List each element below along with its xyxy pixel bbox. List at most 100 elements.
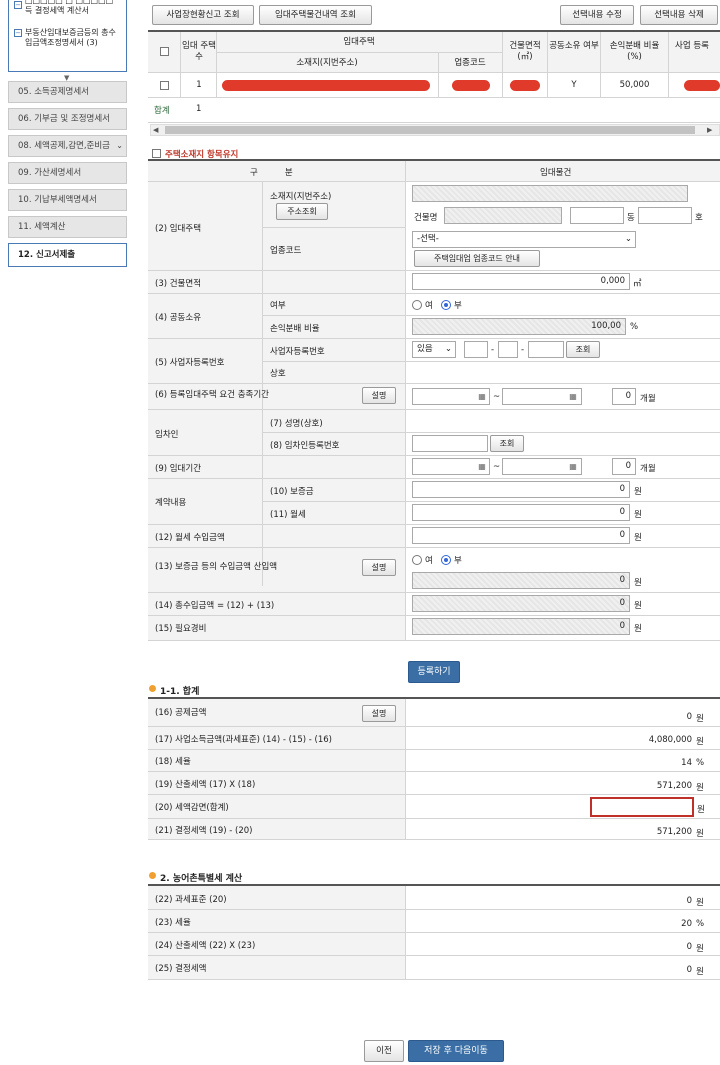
deposit-income-input[interactable]: 0	[412, 572, 630, 589]
horizontal-scrollbar[interactable]: ◀ ▶	[150, 124, 720, 136]
scroll-right-icon[interactable]: ▶	[707, 126, 712, 134]
save-next-button[interactable]: 저장 후 다음이동	[408, 1040, 504, 1062]
dash: -	[491, 345, 495, 355]
ratio-input[interactable]: 100,00	[412, 318, 626, 335]
summary-label: (16) 공제금액	[155, 708, 207, 718]
scroll-left-icon[interactable]: ◀	[153, 126, 158, 134]
deposit-yes-radio[interactable]	[412, 555, 422, 565]
register-button[interactable]: 등록하기	[408, 661, 460, 683]
divider	[148, 97, 720, 98]
joint-yes-radio[interactable]	[412, 300, 422, 310]
biz-code-select[interactable]: -선택- ⌄	[412, 231, 636, 248]
tax-reduction-input[interactable]	[590, 797, 694, 817]
tenant-lookup-button[interactable]: 조회	[490, 435, 524, 452]
delete-selected-button[interactable]: 선택내용 삭제	[640, 5, 718, 25]
calendar-icon[interactable]: ▦	[476, 461, 488, 472]
label-no: 부	[454, 556, 462, 566]
explain-period-button[interactable]: 설명	[362, 387, 396, 404]
calendar-icon[interactable]: ▦	[476, 391, 488, 402]
edit-selected-button[interactable]: 선택내용 수정	[560, 5, 634, 25]
label-total-income: (14) 총수입금액 = (12) + (13)	[155, 601, 275, 611]
redacted-biz-no	[684, 80, 720, 91]
divider	[148, 72, 720, 73]
tenant-reg-no-input[interactable]	[412, 435, 488, 452]
address-lookup-button[interactable]: 주소조회	[276, 203, 328, 220]
biz-no-exists-select[interactable]: 있음 ⌄	[412, 341, 456, 358]
summary-unit: 원	[696, 783, 704, 793]
calendar-icon[interactable]: ▦	[567, 461, 579, 472]
expenses-input[interactable]: 0	[412, 618, 630, 635]
dong-input[interactable]	[570, 207, 624, 224]
joint-no-radio[interactable]	[441, 300, 451, 310]
sidebar-item-10[interactable]: 10. 기납부세액명세서	[8, 189, 127, 211]
sidebar-subitem-deposit[interactable]: − 부동산임대보증금등의 총수입금액조정명세서 (3)	[14, 28, 122, 48]
rural-unit: 원	[696, 944, 704, 954]
summary-label: (20) 세액감면(합계)	[155, 803, 229, 813]
label-ratio: 손익분배 비율	[270, 324, 320, 334]
dash: -	[521, 345, 525, 355]
deposit-input[interactable]: 0	[412, 481, 630, 498]
total-income-input[interactable]: 0	[412, 595, 630, 612]
monthly-rent-input[interactable]: 0	[412, 504, 630, 521]
explain-deposit-button[interactable]: 설명	[362, 559, 396, 576]
sidebar-subitem-tax-calc[interactable]: − □□□□□ □ □□□□□ 득 결정세액 계산서	[14, 0, 122, 20]
header-biz-code: 업종코드	[454, 58, 486, 68]
divider	[148, 615, 720, 616]
divider	[148, 547, 720, 548]
explain-deduction-button[interactable]: 설명	[362, 705, 396, 722]
rural-unit: %	[696, 919, 705, 929]
keep-address-checkbox[interactable]	[152, 149, 161, 158]
header-area: 건물면적 (㎡)	[509, 41, 541, 62]
redacted-biz-code	[452, 80, 490, 91]
sidebar-item-08[interactable]: 08. 세액공제,감면,준비금 ⌄	[8, 135, 127, 157]
biz-no-part2-input[interactable]	[498, 341, 518, 358]
chevron-down-icon: ⌄	[624, 234, 632, 244]
summary-unit: %	[696, 758, 705, 768]
row-joint: Y	[571, 80, 577, 90]
ho-input[interactable]	[638, 207, 692, 224]
divider	[148, 383, 720, 384]
rural-value: 0	[686, 942, 692, 952]
calendar-icon[interactable]: ▦	[567, 391, 579, 402]
rural-value: 0	[686, 896, 692, 906]
sidebar-item-06[interactable]: 06. 기부금 및 조정명세서	[8, 108, 127, 130]
biz-no-part1-input[interactable]	[464, 341, 488, 358]
divider	[262, 361, 720, 362]
chevron-down-icon: ⌄	[444, 344, 452, 354]
sidebar-item-11[interactable]: 11. 세액계산	[8, 216, 127, 238]
divider	[148, 794, 720, 795]
rural-title: 2. 농어촌특별세 계산	[160, 874, 243, 884]
address-input[interactable]	[412, 185, 688, 202]
deposit-no-radio[interactable]	[441, 555, 451, 565]
sidebar-item-09[interactable]: 09. 가산세명세서	[8, 162, 127, 184]
area-input[interactable]: 0,000	[412, 273, 630, 290]
sidebar-item-05[interactable]: 05. 소득공제명세서	[8, 81, 127, 103]
divider	[148, 726, 720, 727]
lease-months-input[interactable]: 0	[612, 458, 636, 475]
rental-property-lookup-button[interactable]: 임대주택물건내역 조회	[259, 5, 372, 25]
divider	[262, 227, 406, 228]
label-biz-no: 사업자등록번호	[270, 347, 325, 357]
biz-code-guide-button[interactable]: 주택임대업 업종코드 안내	[414, 250, 540, 267]
building-input[interactable]	[444, 207, 562, 224]
form-header-bg	[148, 161, 720, 181]
row-checkbox[interactable]	[160, 81, 169, 90]
rent-income-input[interactable]: 0	[412, 527, 630, 544]
sidebar-item-12[interactable]: 12. 신고서제출	[8, 243, 127, 267]
divider	[405, 161, 406, 641]
divider	[148, 909, 720, 910]
months-input[interactable]: 0	[612, 388, 636, 405]
prev-button[interactable]: 이전	[364, 1040, 404, 1062]
select-all-checkbox[interactable]	[160, 47, 169, 56]
unit-won: 원	[634, 601, 642, 611]
label-ho: 호	[695, 213, 703, 223]
divider	[148, 771, 720, 772]
total-count: 1	[196, 104, 202, 114]
business-status-lookup-button[interactable]: 사업장현황신고 조회	[152, 5, 254, 25]
header-house: 임대주택	[343, 37, 375, 47]
tilde: ~	[493, 392, 501, 402]
biz-no-part3-input[interactable]	[528, 341, 564, 358]
biz-no-lookup-button[interactable]: 조회	[566, 341, 600, 358]
divider	[148, 839, 720, 840]
scrollbar-thumb[interactable]	[165, 126, 695, 134]
